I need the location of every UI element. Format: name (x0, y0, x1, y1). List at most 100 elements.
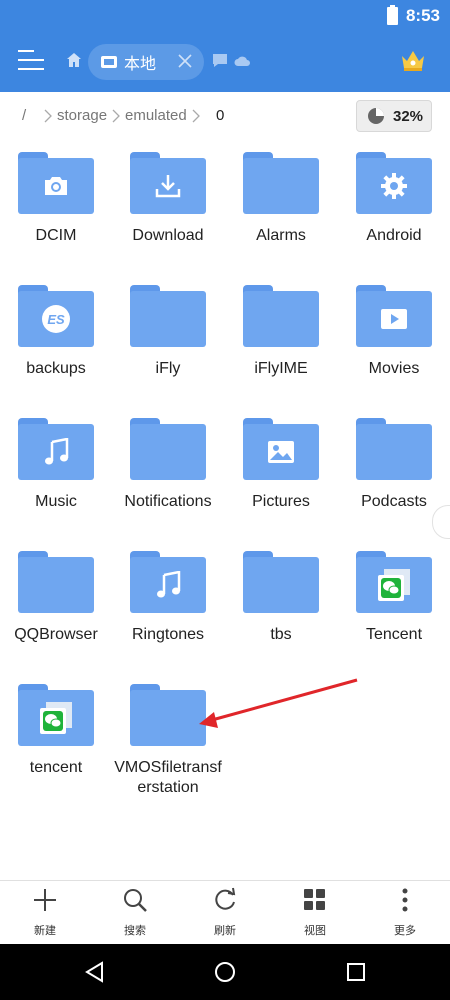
folder-item[interactable]: Ringtones (112, 541, 224, 674)
search-icon (124, 889, 147, 912)
chevron-right-icon (44, 109, 52, 123)
clock: 8:53 (405, 6, 440, 25)
folder-icon (18, 152, 94, 216)
folder-name: Pictures (252, 493, 310, 510)
folder-icon (243, 551, 319, 615)
folder-icon (18, 418, 94, 482)
view-label: 视图 (304, 925, 326, 937)
folder-name: Ringtones (131, 626, 205, 643)
battery-icon (386, 5, 398, 25)
tab-label: 本地 (124, 56, 157, 73)
music-note-icon (45, 438, 69, 465)
search-button[interactable]: 搜索 (90, 887, 180, 938)
breadcrumb-item[interactable]: storage (57, 107, 107, 124)
folder-icon (243, 152, 319, 216)
folder-name: Movies (368, 360, 420, 377)
folder-name: tencent (29, 759, 83, 776)
folder-icon (243, 418, 319, 482)
more-label: 更多 (394, 925, 416, 937)
download-icon (155, 175, 181, 198)
back-icon[interactable] (84, 961, 106, 983)
bottom-toolbar: 新建 搜索 刷新 视图 更多 (0, 880, 450, 944)
folder-item[interactable]: Notifications (112, 408, 224, 541)
folder-name: backups (26, 360, 86, 377)
folder-item[interactable]: Music (0, 408, 112, 541)
refresh-button[interactable]: 刷新 (180, 887, 270, 938)
crown-icon[interactable] (400, 48, 426, 72)
breadcrumb-item[interactable]: emulated (125, 107, 187, 124)
refresh-icon (215, 887, 236, 910)
refresh-label: 刷新 (214, 925, 236, 937)
new-button[interactable]: 新建 (0, 887, 90, 938)
status-bar: 8:53 (0, 0, 450, 32)
folder-item[interactable]: Movies (338, 275, 450, 408)
recents-icon[interactable] (346, 962, 366, 982)
folder-item[interactable]: Download (112, 142, 224, 275)
folder-item[interactable]: Tencent (338, 541, 450, 674)
new-label: 新建 (34, 925, 56, 937)
home-nav-icon[interactable] (214, 961, 236, 983)
folder-item[interactable]: ES backups (0, 275, 112, 408)
folder-icon: ES (18, 285, 94, 349)
folder-icon (243, 285, 319, 349)
folder-item[interactable]: QQBrowser (0, 541, 112, 674)
tab-local[interactable]: 本地 (88, 44, 204, 80)
music-note-icon (157, 571, 181, 598)
folder-item[interactable]: Alarms (225, 142, 337, 275)
close-icon[interactable] (176, 52, 194, 70)
folder-icon (356, 152, 432, 216)
more-vertical-icon (402, 888, 408, 912)
folder-name: Tencent (365, 626, 423, 643)
chat-icon[interactable] (212, 53, 228, 68)
view-button[interactable]: 视图 (270, 887, 360, 938)
folder-name: Alarms (256, 227, 306, 244)
folder-item[interactable]: Pictures (225, 408, 337, 541)
breadcrumb-current[interactable]: 0 (216, 107, 224, 124)
camera-icon (45, 177, 67, 195)
chevron-right-icon (112, 109, 120, 123)
chevron-right-icon (192, 109, 200, 123)
folder-item[interactable]: tbs (225, 541, 337, 674)
storage-percent: 32% (393, 107, 424, 125)
folder-icon (130, 684, 206, 748)
folder-icon (130, 418, 206, 482)
folder-item[interactable]: Android (338, 142, 450, 275)
device-icon (101, 56, 117, 68)
folder-icon (130, 551, 206, 615)
plus-icon (34, 889, 56, 911)
folder-item[interactable]: iFly (112, 275, 224, 408)
folder-icon (130, 285, 206, 349)
folder-name: Podcasts (361, 493, 427, 510)
grid-view-icon (304, 889, 325, 910)
gear-icon (381, 173, 407, 199)
folder-icon (18, 684, 94, 748)
cloud-icon[interactable] (234, 55, 250, 67)
folder-icon (356, 418, 432, 482)
hamburger-menu-icon[interactable] (18, 50, 44, 74)
folder-name: DCIM (35, 227, 77, 244)
folder-icon (356, 285, 432, 349)
folder-name: Music (35, 493, 77, 510)
storage-usage-badge[interactable]: 32% (356, 100, 432, 132)
more-button[interactable]: 更多 (360, 887, 450, 938)
folder-icon (18, 551, 94, 615)
folder-icon (130, 152, 206, 216)
folder-icon (356, 551, 432, 615)
breadcrumb-root[interactable]: / (22, 107, 26, 124)
folder-name: iFlyIME (254, 360, 308, 377)
folder-item[interactable]: tencent (0, 674, 112, 807)
play-icon (381, 309, 407, 329)
folder-name: tbs (270, 626, 292, 643)
es-logo-icon: ES (42, 305, 70, 333)
folder-name: Notifications (124, 493, 212, 510)
wechat-icon (40, 702, 72, 734)
folder-item[interactable]: iFlyIME (225, 275, 337, 408)
folder-name: QQBrowser (14, 626, 98, 643)
system-nav-bar (0, 944, 450, 1000)
folder-item[interactable]: DCIM (0, 142, 112, 275)
folder-name: VMOSfiletransferstation (114, 759, 222, 796)
folder-item[interactable]: VMOSfiletransferstation (112, 674, 224, 807)
home-icon[interactable] (66, 52, 82, 68)
folder-name: iFly (155, 360, 181, 377)
svg-text:ES: ES (47, 312, 65, 327)
